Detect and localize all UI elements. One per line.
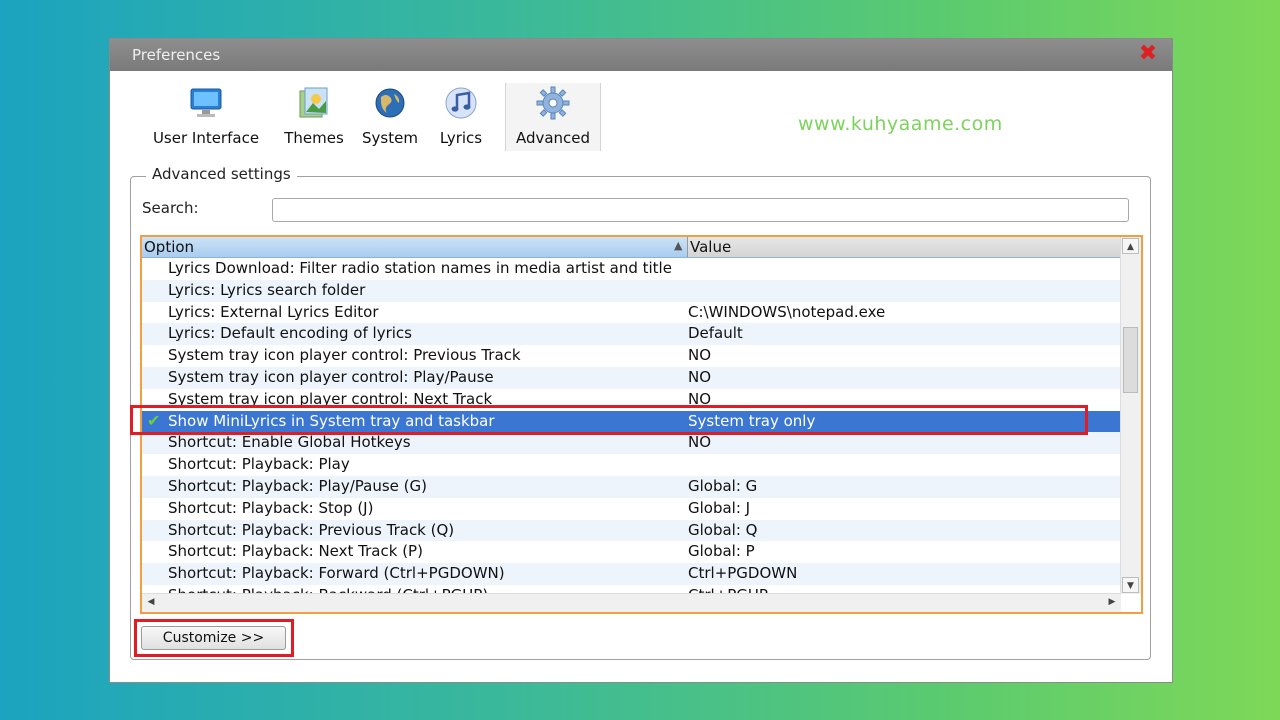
column-header-value-label: Value	[690, 238, 732, 256]
themes-folder-icon	[299, 87, 328, 118]
list-item[interactable]: Shortcut: Enable Global Hotkeys NO	[142, 432, 1121, 455]
group-title: Advanced settings	[146, 165, 297, 183]
tab-label: Themes	[284, 129, 344, 147]
option-text: Lyrics: Default encoding of lyrics	[168, 324, 412, 343]
checkmark-icon: ✔	[147, 410, 161, 430]
scroll-thumb[interactable]	[1123, 327, 1138, 393]
watermark-text: www.kuhyaame.com	[798, 113, 1003, 135]
value-text: Global: P	[688, 542, 755, 561]
option-text: Shortcut: Enable Global Hotkeys	[168, 433, 411, 452]
tab-advanced[interactable]: Advanced	[505, 83, 601, 151]
list-item[interactable]: Shortcut: Playback: Forward (Ctrl+PGDOWN…	[142, 563, 1121, 585]
value-text: NO	[688, 346, 712, 365]
preferences-window: Preferences ✖ User Interface Themes Syst…	[109, 38, 1173, 683]
tab-label: Lyrics	[439, 129, 483, 147]
settings-list[interactable]: Option ▲ Value Lyrics Download: Filter r…	[140, 235, 1143, 614]
option-text: System tray icon player control: Previou…	[168, 346, 521, 365]
option-text: Lyrics Download: Filter radio station na…	[168, 259, 672, 277]
search-input[interactable]	[272, 198, 1129, 222]
music-note-icon	[445, 87, 477, 119]
list-item[interactable]: Lyrics: External Lyrics Editor C:\WINDOW…	[142, 302, 1121, 324]
option-text: Shortcut: Playback: Stop (J)	[168, 498, 374, 517]
gear-icon	[536, 86, 570, 120]
scroll-down-icon[interactable]: ▼	[1122, 577, 1139, 593]
list-item[interactable]: Lyrics: Default encoding of lyrics Defau…	[142, 323, 1121, 346]
list-item[interactable]: Lyrics: Lyrics search folder	[142, 279, 1121, 302]
list-item[interactable]: System tray icon player control: Next Tr…	[142, 389, 1121, 411]
value-text: Global: J	[688, 498, 751, 517]
option-text: Shortcut: Playback: Next Track (P)	[168, 542, 423, 561]
title-bar[interactable]: Preferences ✖	[110, 39, 1172, 71]
value-text: NO	[688, 389, 712, 408]
window-title: Preferences	[132, 46, 221, 64]
value-text: NO	[688, 367, 712, 386]
value-text: NO	[688, 433, 712, 452]
list-item-selected[interactable]: ✔ Show MiniLyrics in System tray and tas…	[142, 410, 1121, 433]
horizontal-scrollbar[interactable]: ◀ ▶	[142, 593, 1121, 612]
list-item[interactable]: System tray icon player control: Play/Pa…	[142, 366, 1121, 389]
globe-icon	[375, 88, 405, 118]
value-text: Global: G	[688, 476, 758, 495]
option-text: Shortcut: Playback: Forward (Ctrl+PGDOWN…	[168, 564, 505, 583]
tab-label: Advanced	[515, 129, 591, 147]
value-text: System tray only	[688, 411, 816, 430]
value-text: Ctrl+PGDOWN	[688, 564, 798, 583]
option-text: Lyrics: External Lyrics Editor	[168, 302, 379, 321]
search-label: Search:	[142, 199, 199, 217]
option-text: Shortcut: Playback: Play/Pause (G)	[168, 476, 428, 495]
close-icon[interactable]: ✖	[1138, 43, 1158, 65]
option-text: System tray icon player control: Play/Pa…	[168, 367, 494, 386]
column-header-value[interactable]: Value	[687, 237, 1122, 257]
list-header: Option ▲ Value	[142, 237, 1122, 258]
list-rows: Lyrics Download: Filter radio station na…	[142, 258, 1121, 594]
list-item[interactable]: Shortcut: Playback: Stop (J) Global: J	[142, 498, 1121, 520]
value-text: Default	[688, 324, 743, 343]
monitor-icon	[190, 88, 222, 117]
option-text: Shortcut: Playback: Play	[168, 455, 350, 474]
tab-themes[interactable]: Themes	[276, 83, 352, 151]
option-text: System tray icon player control: Next Tr…	[168, 389, 493, 408]
customize-button[interactable]: Customize >>	[141, 626, 286, 650]
scroll-left-icon[interactable]: ◀	[143, 595, 159, 610]
option-text: Lyrics: Lyrics search folder	[168, 280, 366, 299]
vertical-scrollbar[interactable]: ▲ ▼	[1120, 237, 1141, 594]
scroll-right-icon[interactable]: ▶	[1104, 595, 1120, 610]
tab-label: System	[362, 129, 418, 147]
value-text: Global: Q	[688, 520, 758, 539]
list-item[interactable]: Lyrics Download: Filter radio station na…	[142, 258, 1121, 280]
option-text: Show MiniLyrics in System tray and taskb…	[168, 411, 495, 430]
list-item[interactable]: Shortcut: Playback: Next Track (P) Globa…	[142, 541, 1121, 563]
tab-system[interactable]: System	[356, 83, 424, 151]
tab-user-interface[interactable]: User Interface	[140, 83, 272, 151]
list-item[interactable]: Shortcut: Playback: Play/Pause (G) Globa…	[142, 475, 1121, 498]
list-item[interactable]: Shortcut: Playback: Play	[142, 454, 1121, 476]
list-item[interactable]: System tray icon player control: Previou…	[142, 345, 1121, 367]
tab-label: User Interface	[152, 129, 260, 147]
column-header-option[interactable]: Option	[144, 238, 194, 256]
tab-lyrics[interactable]: Lyrics	[430, 83, 492, 151]
value-text: C:\WINDOWS\notepad.exe	[688, 302, 886, 321]
list-item[interactable]: Shortcut: Playback: Previous Track (Q) G…	[142, 519, 1121, 542]
option-text: Shortcut: Playback: Previous Track (Q)	[168, 520, 455, 539]
scroll-up-icon[interactable]: ▲	[1122, 238, 1139, 254]
sort-ascending-icon: ▲	[674, 239, 683, 252]
